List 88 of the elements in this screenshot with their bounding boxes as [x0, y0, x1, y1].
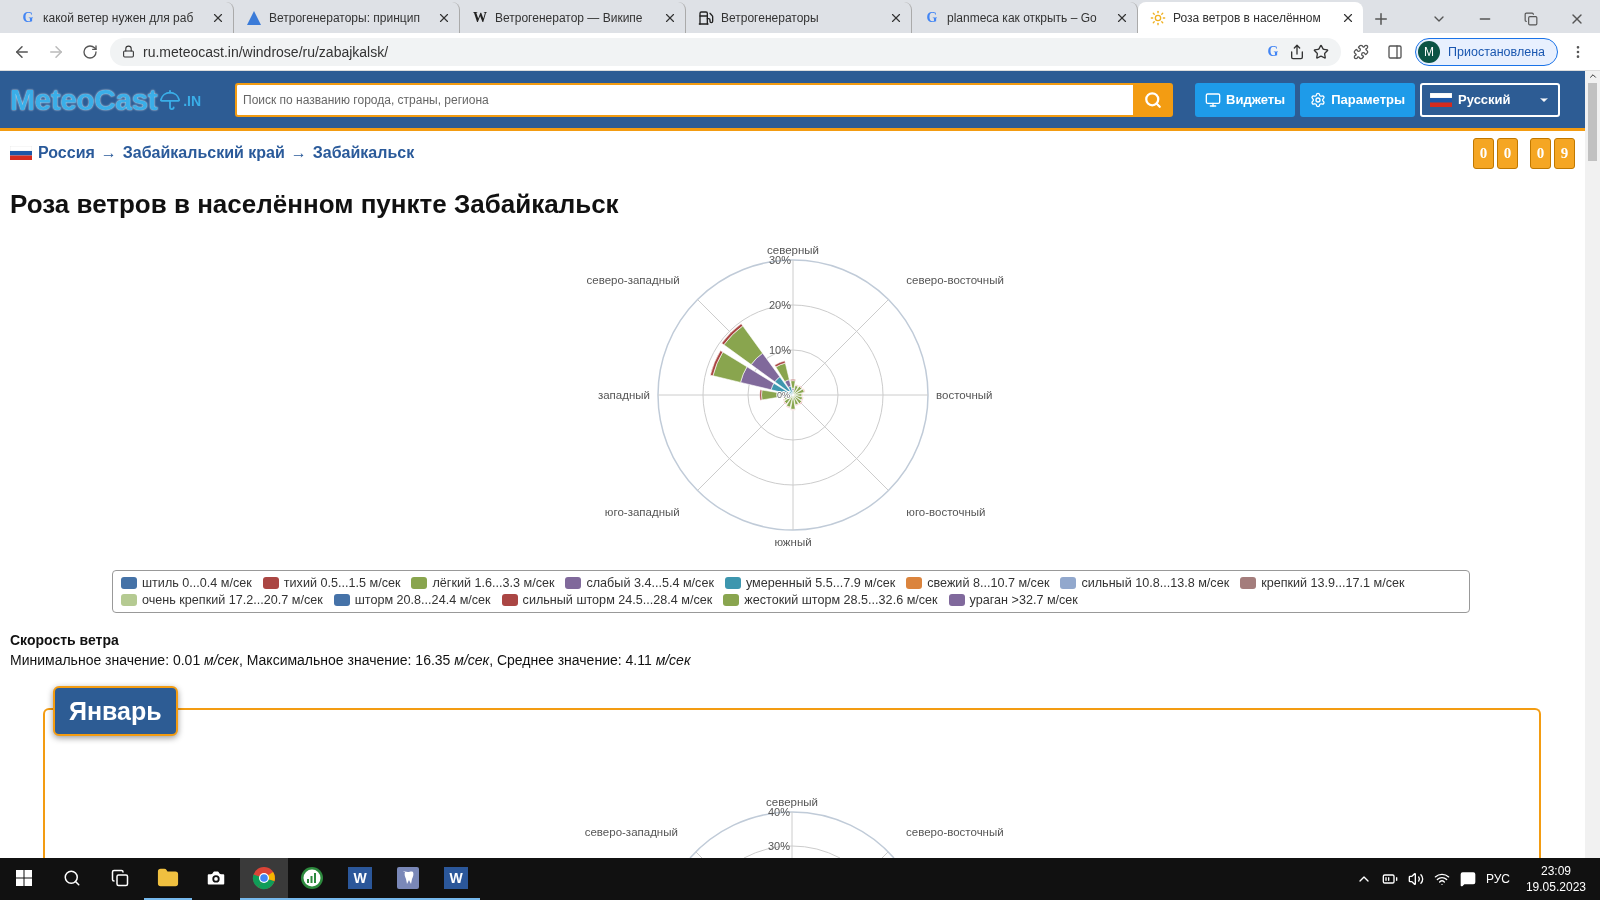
umbrella-icon — [159, 88, 182, 111]
legend-label[interactable]: очень крепкий 17.2...20.7 м/сек — [142, 593, 323, 607]
reload-icon[interactable] — [82, 43, 98, 60]
battery-icon[interactable] — [1381, 871, 1398, 887]
legend-label[interactable]: тихий 0.5...1.5 м/сек — [283, 576, 401, 590]
monitor-icon — [1205, 91, 1221, 108]
legend-label[interactable]: слабый 3.4...5.4 м/сек — [586, 576, 714, 590]
wikipedia-icon: W — [472, 9, 488, 26]
notification-icon[interactable] — [1459, 871, 1476, 887]
scrollbar[interactable] — [1585, 71, 1600, 858]
tick-label: 30% — [767, 840, 790, 852]
search-icon[interactable] — [63, 869, 81, 887]
google-icon: G — [924, 9, 940, 26]
folder-icon[interactable] — [157, 867, 179, 889]
direction-label: северо-восточный — [905, 273, 1004, 286]
direction-label: северный — [766, 244, 819, 256]
chrome-icon[interactable] — [252, 866, 276, 890]
direction-label: северо-восточный — [906, 825, 1004, 838]
tick-label: 10% — [768, 344, 791, 356]
legend-label[interactable]: шторм 20.8...24.4 м/сек — [354, 593, 491, 607]
tick-label: 40% — [767, 806, 790, 818]
breadcrumb-link[interactable]: Забайкальский край — [122, 144, 285, 163]
avatar: M — [1418, 40, 1441, 63]
legend-label[interactable]: умеренный 5.5...7.9 м/сек — [745, 576, 896, 590]
legend-label[interactable]: ураган >32.7 м/сек — [969, 593, 1078, 607]
side-panel-icon[interactable] — [1387, 43, 1404, 60]
volume-icon[interactable] — [1407, 871, 1424, 887]
direction-label: северо-западный — [584, 825, 678, 838]
counter-digit: 0 — [1497, 137, 1518, 169]
breadcrumb-link[interactable]: Россия — [38, 144, 95, 163]
input-language[interactable]: РУС — [1485, 872, 1510, 886]
direction-label: восточный — [935, 389, 992, 401]
section-heading: Скорость ветра — [10, 632, 120, 648]
breadcrumb-link[interactable]: Забайкальск — [312, 144, 415, 163]
counter-digit: 0 — [1473, 137, 1494, 169]
fuel-pump-icon — [698, 9, 714, 26]
legend-label[interactable]: штиль 0...0.4 м/сек — [142, 576, 252, 590]
windows-icon[interactable] — [16, 870, 32, 886]
search-icon — [1144, 90, 1162, 109]
legend-label[interactable]: лёгкий 1.6...3.3 м/сек — [432, 576, 555, 590]
breadcrumb-separator: → — [100, 144, 117, 163]
direction-label: западный — [597, 389, 650, 401]
direction-label: юго-западный — [604, 506, 680, 519]
lock-icon — [122, 45, 135, 58]
legend-label[interactable]: крепкий 13.9...17.1 м/сек — [1261, 576, 1405, 590]
direction-label: северный — [766, 796, 818, 808]
word-icon[interactable]: W — [444, 867, 468, 889]
page-title: Роза ветров в населённом пункте Забайкальск — [10, 189, 620, 222]
caret-icon[interactable] — [1587, 71, 1598, 81]
tick-label: 20% — [768, 299, 791, 311]
legend-label[interactable]: сильный шторм 24.5...28.4 м/сек — [522, 593, 713, 607]
triangle-icon — [246, 9, 262, 26]
breadcrumb-separator: → — [290, 144, 307, 163]
counter-digit: 9 — [1554, 137, 1575, 169]
scrollbar-thumb[interactable] — [1588, 83, 1597, 161]
new-tab-icon[interactable] — [1372, 10, 1390, 28]
speed-summary: Минимальное значение: 0.01 м/сек, Максимальное значение: 16.35 м/сек, Среднее значение: 4.11 м/сек — [10, 652, 692, 668]
logo-suffix: .IN — [183, 92, 202, 109]
month-title: Январь — [53, 686, 178, 736]
legend-label[interactable]: свежий 8...10.7 м/сек — [927, 576, 1050, 590]
restore-icon[interactable] — [1524, 12, 1538, 26]
word-icon[interactable]: W — [348, 867, 372, 889]
search-field[interactable]: Поиск по названию города, страны, региона — [235, 82, 1133, 117]
legend-label[interactable]: сильный 10.8...13.8 м/сек — [1081, 576, 1230, 590]
share-icon[interactable] — [1289, 43, 1306, 60]
bar-chart-icon[interactable] — [300, 866, 324, 890]
clock[interactable]: 23:09 19.05.2023 — [1525, 863, 1586, 895]
direction-label: северо-западный — [586, 273, 680, 286]
task-view-icon[interactable] — [111, 869, 129, 887]
browser-tab[interactable]: Роза ветров в населённом — [1138, 2, 1363, 33]
tick-label: 30% — [768, 254, 791, 266]
legend-label[interactable]: жестокий шторм 28.5...32.6 м/сек — [744, 593, 938, 607]
language-select[interactable]: Русский — [1420, 82, 1561, 117]
profile-button[interactable]: M Приостановлена — [1415, 37, 1558, 66]
counter-digit: 0 — [1530, 137, 1551, 169]
wifi-icon[interactable] — [1433, 871, 1450, 887]
sun-icon — [1150, 9, 1166, 26]
direction-label: юго-восточный — [905, 506, 986, 519]
direction-label: южный — [773, 536, 812, 548]
flag-icon — [1430, 92, 1453, 107]
gear-icon — [1310, 91, 1327, 108]
address-bar[interactable]: ru.meteocast.in/windrose/ru/zabajkalsk/ G — [110, 37, 1342, 66]
star-icon[interactable] — [1313, 43, 1330, 60]
tooth-icon[interactable] — [397, 867, 419, 889]
extensions-icon[interactable] — [1353, 43, 1370, 60]
search-button[interactable] — [1133, 82, 1173, 117]
flag-icon — [10, 146, 32, 161]
google-icon: G — [20, 9, 36, 26]
